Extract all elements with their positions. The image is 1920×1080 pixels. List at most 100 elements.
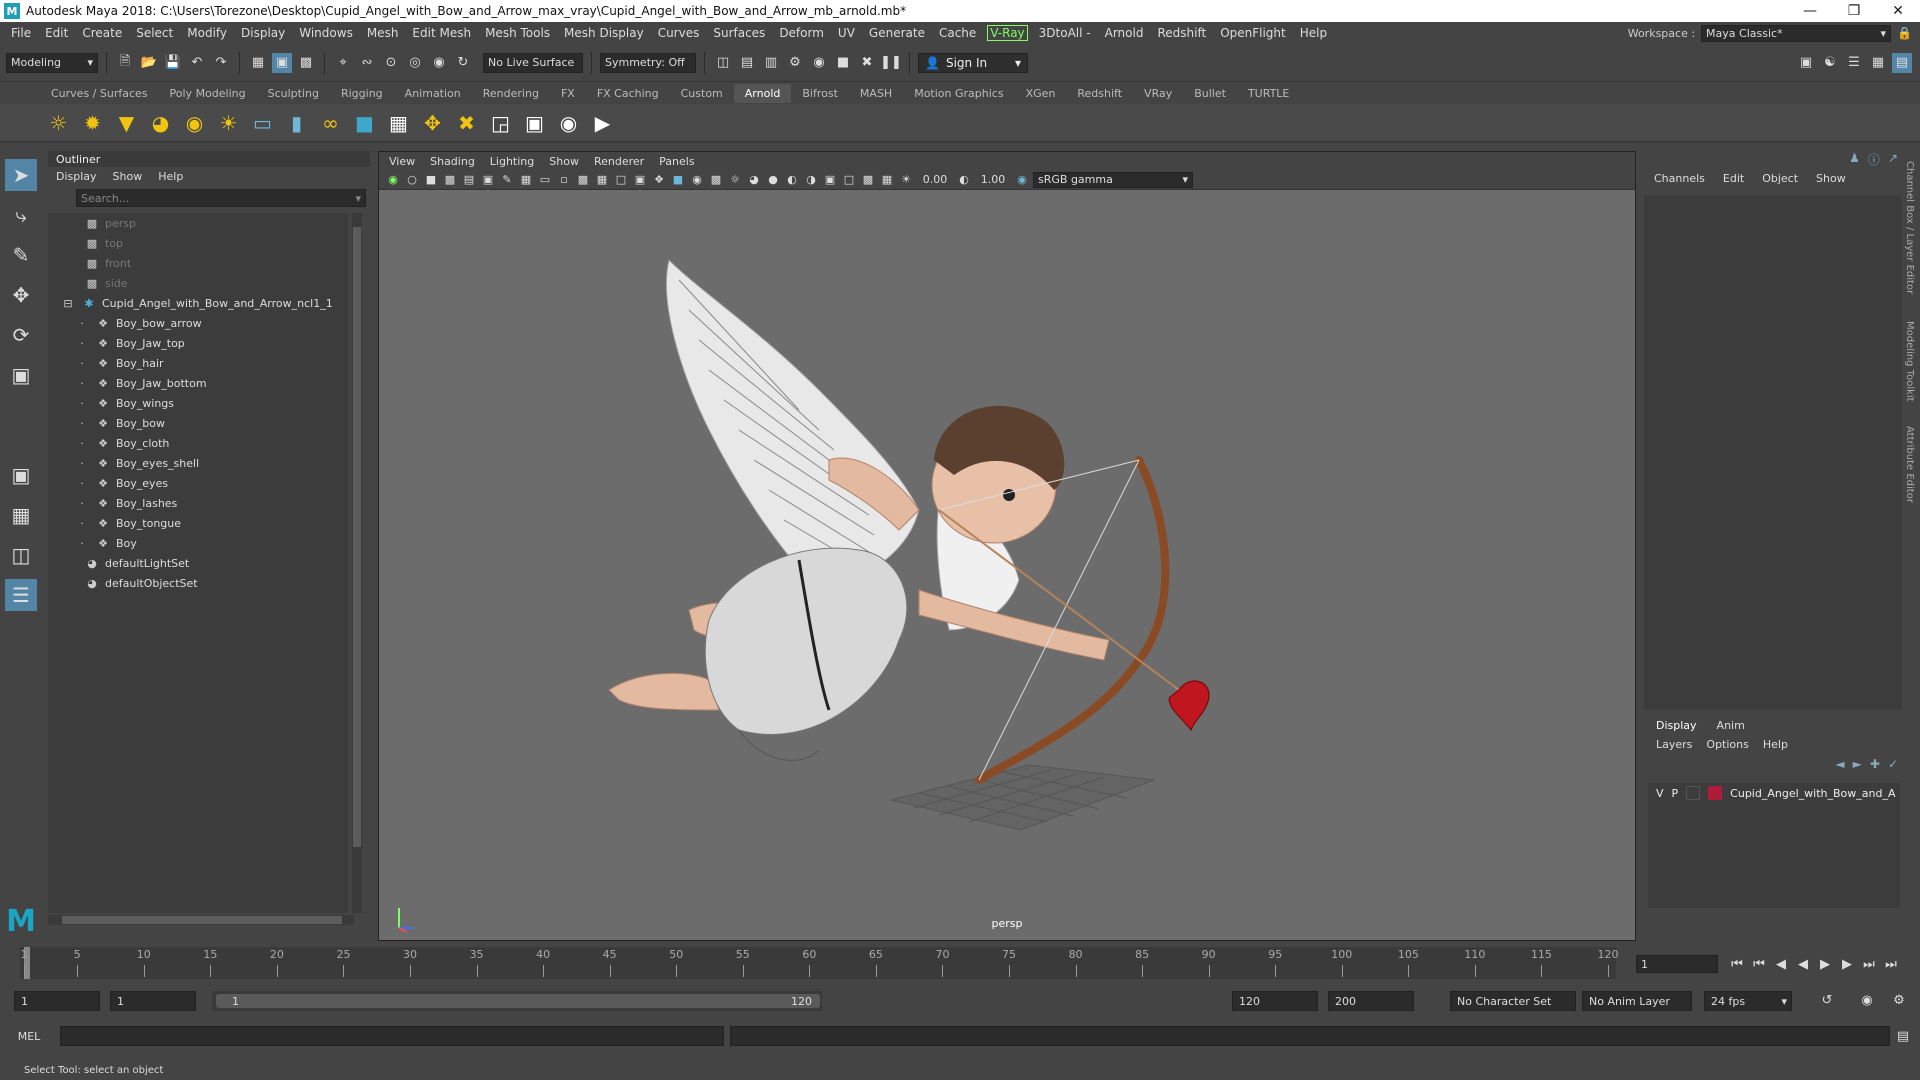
render-view-shelf-icon[interactable]: ▦ [384,108,413,137]
safe-title-icon[interactable]: ▣ [632,172,648,188]
outliner-menu-show[interactable]: Show [113,170,143,183]
tab-anim[interactable]: Anim [1717,719,1745,732]
channel-box-menu-show[interactable]: Show [1816,172,1846,185]
arnold-render-icon[interactable]: ■ [833,53,853,73]
viewport-menu-panels[interactable]: Panels [659,155,694,168]
step-back-key-icon[interactable]: ◀ [1772,955,1790,973]
standin-icon[interactable]: ▭ [248,108,277,137]
expand-icon[interactable]: · [74,356,90,370]
character-controls-icon[interactable]: ☯ [1820,53,1840,73]
outliner-item-top[interactable]: ▩ top [48,233,348,253]
workspace-dropdown[interactable]: Maya Classic* ▾ [1701,24,1892,42]
attribute-editor-toggle-icon[interactable]: ☰ [1844,53,1864,73]
pause-icon[interactable]: ❚❚ [880,53,902,73]
ipr-render-icon[interactable]: ▥ [761,53,781,73]
layer-playback-toggle[interactable]: P [1672,787,1679,800]
move-layer-down-icon[interactable]: ► [1853,757,1862,771]
move-tool-icon[interactable]: ✥ [5,279,37,311]
two-view-layout-icon[interactable]: ◫ [5,539,37,571]
snap-grid-icon[interactable]: ⌖ [333,53,353,73]
lasso-tool-icon[interactable]: ⤷ [5,199,37,231]
outliner-item-mesh[interactable]: · ❖ Boy_bow_arrow [48,313,348,333]
paint-select-tool-icon[interactable]: ✎ [5,239,37,271]
flush-cache-icon[interactable]: ✥ [418,108,447,137]
layer-menu-help[interactable]: Help [1763,738,1788,751]
outliner-item-mesh[interactable]: · ❖ Boy_eyes_shell [48,453,348,473]
step-forward-key-icon[interactable]: ▶ [1838,955,1856,973]
menu-modify[interactable]: Modify [180,26,234,40]
auto-key-icon[interactable]: ◉ [1858,991,1876,1009]
range-slider-handle[interactable]: 1 120 [216,994,820,1008]
play-backwards-icon[interactable]: ◀ [1794,955,1812,973]
outliner-item-mesh[interactable]: · ❖ Boy_bow [48,413,348,433]
shelf-tab-arnold[interactable]: Arnold [733,83,792,103]
tab-channel-box-layer-editor[interactable]: Channel Box / Layer Editor [1904,161,1915,294]
playback-end-field[interactable]: 120 [1232,991,1318,1011]
photometric-light-icon[interactable]: ▼ [112,108,141,137]
layer-color-swatch[interactable] [1708,786,1723,800]
export-standin-icon[interactable]: ▮ [282,108,311,137]
shelf-tab-turtle[interactable]: TURTLE [1237,87,1300,100]
shelf-tab-sculpting[interactable]: Sculpting [257,87,330,100]
snap-live-icon[interactable]: ◉ [429,53,449,73]
scale-tool-icon[interactable]: ▣ [5,359,37,391]
snap-other-icon[interactable]: ↻ [453,53,473,73]
current-frame-field[interactable]: 1 [1636,955,1718,973]
script-editor-icon[interactable]: ▤ [1894,1027,1912,1045]
motion-blur-icon[interactable]: ◐ [784,172,800,188]
outliner-vertical-scrollbar[interactable] [352,213,362,913]
menu-file[interactable]: File [4,26,38,40]
chevron-down-icon[interactable]: ▾ [355,192,361,205]
rotate-tool-icon[interactable]: ⟳ [5,319,37,351]
outliner-item-front[interactable]: ▩ front [48,253,348,273]
depth-of-field-icon[interactable]: ▣ [822,172,838,188]
save-scene-icon[interactable]: 💾 [163,53,183,73]
outliner-item-mesh[interactable]: · ❖ Boy_Jaw_bottom [48,373,348,393]
select-tool-icon[interactable]: ➤ [5,159,37,191]
command-language-label[interactable]: MEL [0,1030,58,1043]
expand-panel-icon[interactable]: ↗ [1888,151,1898,168]
new-layer-selected-icon[interactable]: ✓ [1888,757,1898,771]
lock-icon[interactable]: 🔒 [1897,26,1912,40]
layer-menu-layers[interactable]: Layers [1656,738,1692,751]
outliner-item-mesh[interactable]: · ❖ Boy_hair [48,353,348,373]
layer-visibility-toggle[interactable]: V [1656,787,1664,800]
volume-icon[interactable]: ■ [350,108,379,137]
outliner-item-mesh[interactable]: · ❖ Boy_cloth [48,433,348,453]
render-visibility-icon[interactable]: ◉ [554,108,583,137]
tab-attribute-editor[interactable]: Attribute Editor [1904,426,1915,503]
viewport-menu-shading[interactable]: Shading [430,155,475,168]
new-layer-icon[interactable]: ✚ [1870,757,1880,771]
open-scene-icon[interactable]: 📂 [139,53,159,73]
scrollbar-thumb[interactable] [353,227,361,847]
outliner-item-mesh[interactable]: · ❖ Boy_eyes [48,473,348,493]
snap-point-icon[interactable]: ⊙ [381,53,401,73]
image-plane-icon[interactable]: ▤ [461,172,477,188]
camera-attributes-icon[interactable]: ■ [423,172,439,188]
isolate-select-icon[interactable]: □ [841,172,857,188]
menu-deform[interactable]: Deform [772,26,831,40]
shelf-tab-xgen[interactable]: XGen [1015,87,1067,100]
scene-start-field[interactable]: 1 [14,991,100,1011]
layer-menu-options[interactable]: Options [1706,738,1748,751]
ambient-occlusion-icon[interactable]: ● [765,172,781,188]
outliner-item-side[interactable]: ▩ side [48,273,348,293]
scene-end-field[interactable]: 200 [1328,991,1414,1011]
modeling-toolkit-toggle-icon[interactable]: ▣ [1796,53,1816,73]
render-view-icon[interactable]: ◫ [713,53,733,73]
four-view-layout-icon[interactable]: ▦ [5,499,37,531]
shelf-tab-mash[interactable]: MASH [849,87,903,100]
restore-button[interactable]: ❐ [1832,0,1876,22]
move-layer-up-icon[interactable]: ◄ [1835,757,1844,771]
go-to-start-icon[interactable]: ⏮ [1728,955,1746,973]
new-scene-icon[interactable]: 🗎 [115,53,135,73]
outliner-item-mesh[interactable]: · ❖ Boy [48,533,348,553]
close-window-button[interactable]: ✕ [1876,0,1920,22]
step-forward-icon[interactable]: ⏭ [1860,955,1878,973]
single-perspective-view-icon[interactable]: ▣ [5,459,37,491]
menu-uv[interactable]: UV [831,26,862,40]
bookmark-icon[interactable]: ▩ [442,172,458,188]
select-hierarchy-icon[interactable]: ▦ [248,53,268,73]
shelf-tab-redshift[interactable]: Redshift [1066,87,1133,100]
xray-icon[interactable]: ▩ [860,172,876,188]
